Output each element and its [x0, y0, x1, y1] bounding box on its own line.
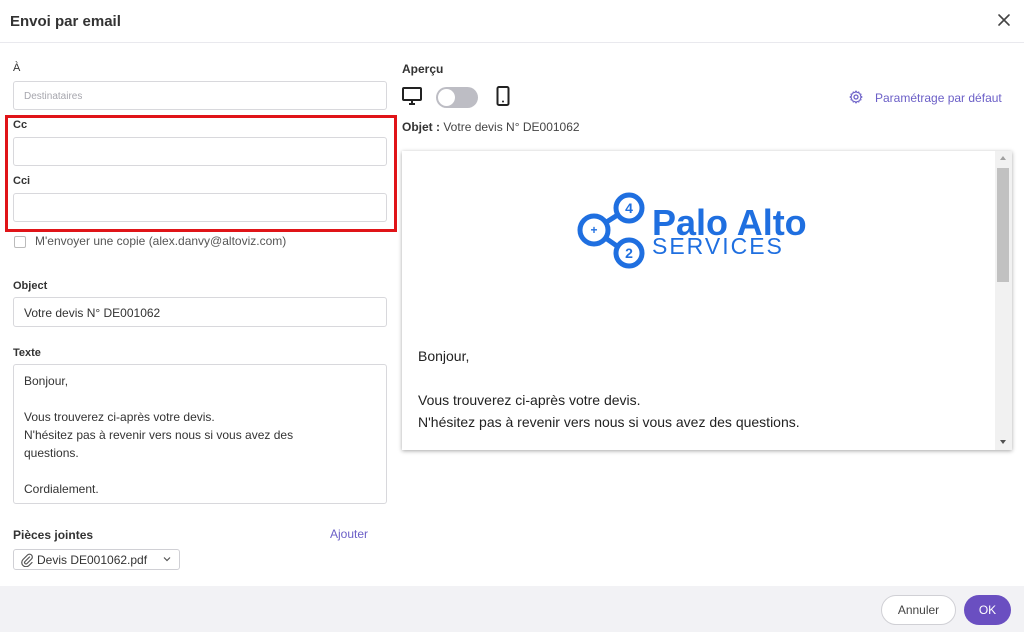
- send-copy-checkbox[interactable]: [14, 236, 26, 248]
- message-line: [24, 462, 376, 480]
- desktop-icon[interactable]: [402, 87, 422, 105]
- message-line: Cordialement.: [24, 482, 99, 496]
- scroll-up-arrow[interactable]: [1000, 156, 1006, 160]
- preview-subject-value: Votre devis N° DE001062: [443, 120, 580, 134]
- preview-line: Bonjour,: [418, 348, 470, 364]
- preview-label: Aperçu: [402, 62, 444, 76]
- to-input[interactable]: Destinataires: [13, 81, 387, 110]
- attachments-label: Pièces jointes: [13, 528, 94, 542]
- subject-label: Object: [13, 280, 48, 292]
- cancel-button[interactable]: Annuler: [881, 595, 956, 625]
- to-placeholder: Destinataires: [24, 91, 83, 102]
- message-line: N'hésitez pas à revenir vers nous si vou…: [24, 428, 294, 442]
- highlight-box: [5, 115, 397, 232]
- email-preview-pane: + 4 2 Palo Alto SERVICES Bonjour, Vous t…: [402, 151, 1012, 450]
- paperclip-icon: [21, 553, 33, 567]
- subject-value: Votre devis N° DE001062: [24, 306, 161, 320]
- mobile-icon[interactable]: [496, 86, 510, 106]
- message-line: [24, 390, 376, 408]
- scroll-down-arrow[interactable]: [1000, 440, 1006, 444]
- company-logo: + 4 2 Palo Alto SERVICES: [577, 192, 807, 269]
- chevron-down-icon: [163, 557, 171, 562]
- dialog-title: Envoi par email: [10, 13, 121, 30]
- preview-line: Vous trouverez ci-après votre devis.: [418, 392, 641, 408]
- add-attachment-link[interactable]: Ajouter: [330, 527, 368, 541]
- gear-icon: [849, 90, 863, 104]
- preview-scrollbar[interactable]: [995, 151, 1012, 450]
- logo-badge: 2: [625, 245, 633, 261]
- attachment-name: Devis DE001062.pdf: [37, 553, 148, 567]
- preview-line: N'hésitez pas à revenir vers nous si vou…: [418, 414, 800, 430]
- preview-subject-prefix: Objet :: [402, 120, 440, 134]
- preview-body: Bonjour, Vous trouverez ci-après votre d…: [418, 345, 800, 433]
- message-textarea[interactable]: Bonjour, Vous trouverez ci-après votre d…: [13, 364, 387, 504]
- dialog-header: Envoi par email: [0, 0, 1024, 43]
- logo-molecule-icon: + 4 2: [577, 192, 645, 269]
- logo-badge: 4: [625, 200, 633, 216]
- ok-button[interactable]: OK: [964, 595, 1011, 625]
- dialog-footer: [0, 586, 1024, 632]
- send-copy-label: M'envoyer une copie (alex.danvy@altoviz.…: [35, 234, 287, 248]
- logo-badge: +: [590, 223, 597, 237]
- message-line: Vous trouverez ci-après votre devis.: [24, 410, 215, 424]
- preview-subject: Objet : Votre devis N° DE001062: [402, 120, 580, 134]
- preview-line: [418, 367, 800, 389]
- logo-subtitle: SERVICES: [652, 233, 784, 259]
- message-line: questions.: [24, 446, 79, 460]
- scrollbar-thumb[interactable]: [997, 168, 1009, 282]
- toggle-knob: [438, 89, 455, 106]
- subject-input[interactable]: Votre devis N° DE001062: [13, 297, 387, 327]
- view-mode-toggle[interactable]: [436, 87, 478, 108]
- default-settings-label: Paramétrage par défaut: [875, 91, 1002, 105]
- to-label: À: [13, 62, 21, 74]
- text-label: Texte: [13, 347, 41, 359]
- close-icon[interactable]: [995, 11, 1013, 29]
- message-line: Bonjour,: [24, 374, 69, 388]
- attachment-chip[interactable]: Devis DE001062.pdf: [13, 549, 180, 570]
